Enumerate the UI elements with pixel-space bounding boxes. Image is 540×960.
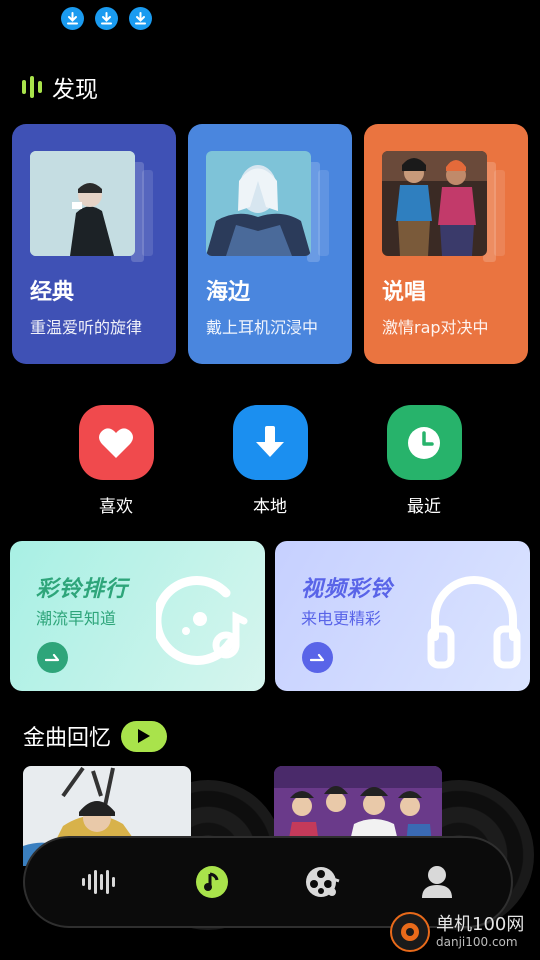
banner-title: 视频彩铃 — [301, 577, 394, 602]
download-icon[interactable] — [95, 7, 118, 30]
music-note-icon[interactable] — [182, 852, 242, 912]
download-icon[interactable] — [232, 405, 308, 480]
quick-label: 最近 — [407, 497, 441, 517]
heart-icon[interactable] — [78, 405, 154, 480]
user-icon[interactable] — [407, 852, 467, 912]
quick-label: 本地 — [253, 497, 287, 517]
arrow-right-icon[interactable] — [302, 642, 333, 673]
watermark: 单机100网 danji100.com — [390, 912, 524, 952]
category-card-seaside[interactable]: 海边 戴上耳机沉浸中 — [188, 124, 352, 364]
category-title: 经典 — [30, 280, 75, 305]
category-card-rap[interactable]: 说唱 激情rap对决中 — [364, 124, 528, 364]
album-cover — [30, 151, 135, 256]
banner-title: 彩铃排行 — [36, 577, 129, 602]
music-disc-icon — [152, 573, 248, 669]
watermark-url: danji100.com — [436, 935, 518, 949]
waveform-icon[interactable] — [69, 852, 129, 912]
category-subtitle: 重温爱听的旋律 — [30, 318, 143, 337]
album-cover — [206, 151, 311, 256]
download-badges — [61, 7, 152, 30]
arrow-right-icon[interactable] — [37, 642, 68, 673]
golden-header: 金曲回忆 — [23, 720, 168, 752]
category-card-classic[interactable]: 经典 重温爱听的旋律 — [12, 124, 176, 364]
banner-subtitle: 来电更精彩 — [301, 609, 382, 628]
category-subtitle: 激情rap对决中 — [382, 318, 489, 337]
quick-recent[interactable]: 最近 — [379, 405, 469, 517]
download-icon[interactable] — [61, 7, 84, 30]
headphones-icon — [427, 573, 521, 673]
category-title: 说唱 — [382, 280, 427, 305]
golden-title: 金曲回忆 — [23, 726, 112, 751]
banner-ringtone-chart[interactable]: 彩铃排行 潮流早知道 — [10, 541, 265, 691]
banner-subtitle: 潮流早知道 — [36, 609, 117, 628]
play-icon[interactable] — [121, 720, 168, 752]
category-title: 海边 — [206, 280, 251, 305]
quick-local[interactable]: 本地 — [225, 405, 315, 517]
quick-label: 喜欢 — [99, 497, 133, 517]
banner-video-ringtone[interactable]: 视频彩铃 来电更精彩 — [275, 541, 530, 691]
album-cover — [382, 151, 487, 256]
category-subtitle: 戴上耳机沉浸中 — [206, 318, 319, 337]
quick-favorites[interactable]: 喜欢 — [71, 405, 161, 517]
discover-title: 发现 — [52, 77, 98, 103]
site-logo — [390, 912, 430, 952]
clock-icon[interactable] — [386, 405, 462, 480]
equalizer-icon — [22, 76, 42, 98]
film-reel-icon[interactable] — [294, 852, 354, 912]
discover-header: 发现 — [22, 70, 98, 104]
download-icon[interactable] — [129, 7, 152, 30]
watermark-title: 单机100网 — [436, 914, 525, 935]
